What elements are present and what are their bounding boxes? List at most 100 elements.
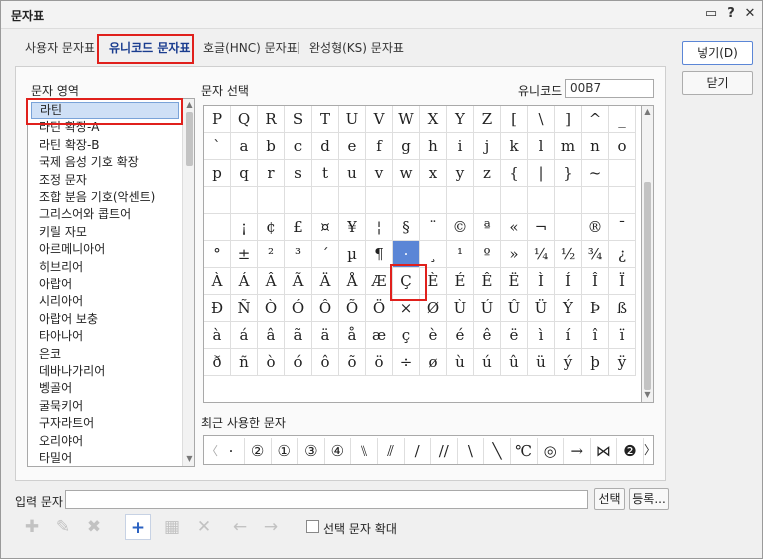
area-list-item[interactable]: 데바나가리어	[31, 363, 179, 380]
char-cell[interactable]: z	[474, 160, 501, 187]
char-cell[interactable]: ²	[258, 241, 285, 268]
char-cell[interactable]: Ñ	[231, 295, 258, 322]
area-list-item[interactable]: 은코	[31, 346, 179, 363]
char-cell[interactable]: ç	[393, 322, 420, 349]
char-cell[interactable]: Ù	[447, 295, 474, 322]
area-list-item[interactable]: 그리스어와 콥트어	[31, 206, 179, 223]
char-cell[interactable]: »	[501, 241, 528, 268]
recent-char-cell[interactable]: /	[404, 438, 432, 464]
char-cell[interactable]: d	[312, 133, 339, 160]
char-cell[interactable]: È	[420, 268, 447, 295]
char-cell[interactable]: [	[501, 106, 528, 133]
char-cell[interactable]: à	[204, 322, 231, 349]
close-button[interactable]: 닫기	[682, 71, 753, 95]
remove-icon[interactable]: ✕	[191, 514, 217, 540]
area-list-item[interactable]: 키릴 자모	[31, 224, 179, 241]
char-cell[interactable]: _	[609, 106, 636, 133]
recent-char-cell[interactable]: \	[457, 438, 485, 464]
char-cell[interactable]	[366, 187, 393, 214]
char-cell[interactable]: ñ	[231, 349, 258, 376]
area-list-item[interactable]: 타아나어	[31, 328, 179, 345]
char-cell[interactable]: ã	[285, 322, 312, 349]
chat-icon[interactable]: ▭	[702, 5, 720, 23]
area-list-item[interactable]: 굴묵키어	[31, 398, 179, 415]
char-cell[interactable]: ÿ	[609, 349, 636, 376]
char-cell[interactable]: ½	[555, 241, 582, 268]
char-cell[interactable]: é	[447, 322, 474, 349]
char-cell[interactable]: Ê	[474, 268, 501, 295]
char-cell[interactable]: Y	[447, 106, 474, 133]
char-cell[interactable]: X	[420, 106, 447, 133]
char-cell[interactable]: ï	[609, 322, 636, 349]
insert-row-icon[interactable]: ▦	[159, 514, 185, 540]
char-cell[interactable]: y	[447, 160, 474, 187]
char-cell[interactable]: ³	[285, 241, 312, 268]
char-cell[interactable]: R	[258, 106, 285, 133]
char-cell[interactable]: Æ	[366, 268, 393, 295]
area-list-item[interactable]: 시리아어	[31, 293, 179, 310]
area-list-item[interactable]: 타밀어	[31, 450, 179, 466]
char-cell[interactable]: ¶	[366, 241, 393, 268]
char-cell[interactable]: Z	[474, 106, 501, 133]
area-list-item[interactable]: 벵골어	[31, 380, 179, 397]
recent-char-cell[interactable]: ·	[218, 438, 245, 464]
recent-char-cell[interactable]: ⫽	[378, 438, 405, 464]
add-user-char-icon[interactable]: ✚	[19, 514, 45, 540]
select-button[interactable]: 선택	[594, 488, 625, 510]
scroll-up-icon[interactable]: ▲	[642, 106, 653, 118]
char-cell[interactable]: Á	[231, 268, 258, 295]
recent-char-cell[interactable]: ⑊	[351, 438, 378, 464]
char-cell[interactable]	[582, 187, 609, 214]
char-cell[interactable]: ®	[582, 214, 609, 241]
char-cell[interactable]: ª	[474, 214, 501, 241]
char-cell[interactable]: Ó	[285, 295, 312, 322]
char-cell[interactable]: Ò	[258, 295, 285, 322]
char-cell[interactable]: U	[339, 106, 366, 133]
char-cell[interactable]: t	[312, 160, 339, 187]
recent-char-cell[interactable]: ◎	[537, 438, 565, 464]
char-cell[interactable]: µ	[339, 241, 366, 268]
char-cell[interactable]: T	[312, 106, 339, 133]
char-cell[interactable]: c	[285, 133, 312, 160]
char-cell[interactable]: f	[366, 133, 393, 160]
char-cell[interactable]	[609, 187, 636, 214]
char-cell[interactable]: ^	[582, 106, 609, 133]
char-cell[interactable]	[339, 187, 366, 214]
char-cell[interactable]	[258, 187, 285, 214]
char-cell[interactable]: Ì	[528, 268, 555, 295]
char-cell[interactable]	[447, 187, 474, 214]
char-cell[interactable]: i	[447, 133, 474, 160]
char-cell[interactable]: ¼	[528, 241, 555, 268]
char-cell[interactable]: |	[528, 160, 555, 187]
area-list-item[interactable]: 조정 문자	[31, 172, 179, 189]
char-cell[interactable]: Û	[501, 295, 528, 322]
char-cell[interactable]: h	[420, 133, 447, 160]
char-cell[interactable]: e	[339, 133, 366, 160]
char-cell[interactable]: Ã	[285, 268, 312, 295]
char-cell[interactable]: û	[501, 349, 528, 376]
tab-ks-charset[interactable]: 완성형(KS) 문자표	[309, 34, 404, 62]
char-cell[interactable]: Õ	[339, 295, 366, 322]
char-cell[interactable]: ý	[555, 349, 582, 376]
recent-char-cell[interactable]: ╲	[484, 438, 511, 464]
unicode-code-field[interactable]: 00B7	[565, 79, 654, 98]
char-cell[interactable]: è	[420, 322, 447, 349]
char-cell[interactable]: ¦	[366, 214, 393, 241]
char-cell[interactable]	[204, 187, 231, 214]
char-cell[interactable]: ì	[528, 322, 555, 349]
char-cell[interactable]	[474, 187, 501, 214]
char-cell[interactable]: ´	[312, 241, 339, 268]
area-list-item[interactable]: 히브리어	[31, 259, 179, 276]
char-cell[interactable]: °	[204, 241, 231, 268]
recent-char-cell[interactable]: ②	[245, 438, 272, 464]
char-cell[interactable]: ¨	[420, 214, 447, 241]
area-list-item[interactable]: 라틴 확장-A	[31, 119, 179, 136]
insert-button[interactable]: 넣기(D)	[682, 41, 753, 65]
char-cell[interactable]: m	[555, 133, 582, 160]
area-list-item[interactable]: 구자라트어	[31, 415, 179, 432]
recent-chars-strip[interactable]: 〈 ·②①③④⑊⫽///\╲℃◎→⋈❷ 〉	[203, 435, 654, 465]
scroll-up-icon[interactable]: ▲	[184, 99, 194, 111]
recent-prev-icon[interactable]: 〈	[206, 442, 218, 459]
char-cell[interactable]: x	[420, 160, 447, 187]
char-cell[interactable]: ê	[474, 322, 501, 349]
